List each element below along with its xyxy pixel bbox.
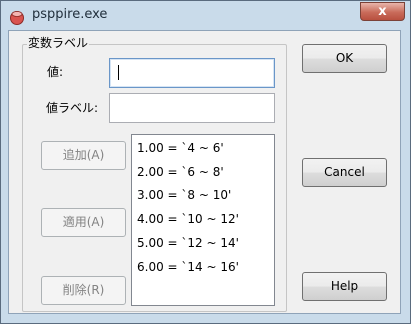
remove-button[interactable]: 削除(R): [41, 276, 126, 305]
list-item[interactable]: 2.00 = `6 ~ 8': [137, 165, 224, 180]
value-label: 値:: [47, 65, 64, 79]
psppire-app-icon: [10, 11, 24, 25]
close-button[interactable]: x: [360, 2, 405, 21]
value-labels-list[interactable]: 1.00 = `4 ~ 6' 2.00 = `6 ~ 8' 3.00 = `8 …: [131, 134, 275, 306]
value-input[interactable]: [109, 58, 275, 88]
list-item[interactable]: 4.00 = `10 ~ 12': [137, 212, 239, 227]
group-label: 変数ラベル: [27, 36, 90, 51]
cancel-button[interactable]: Cancel: [302, 158, 387, 187]
title-bar[interactable]: psppire.exe x: [1, 1, 410, 30]
list-item[interactable]: 3.00 = `8 ~ 10': [137, 188, 231, 203]
help-button[interactable]: Help: [302, 272, 387, 301]
change-button[interactable]: 適用(A): [41, 208, 126, 237]
list-item[interactable]: 6.00 = `14 ~ 16': [137, 260, 239, 275]
text-caret: [118, 65, 119, 80]
add-button[interactable]: 追加(A): [41, 141, 126, 170]
list-item[interactable]: 1.00 = `4 ~ 6': [137, 141, 224, 156]
value-label-input[interactable]: [109, 93, 275, 123]
window-title: psppire.exe: [32, 7, 108, 22]
close-icon: x: [378, 4, 387, 19]
value-label-label: 値ラベル:: [46, 101, 99, 115]
ok-button[interactable]: OK: [302, 44, 387, 73]
list-item[interactable]: 5.00 = `12 ~ 14': [137, 236, 239, 251]
